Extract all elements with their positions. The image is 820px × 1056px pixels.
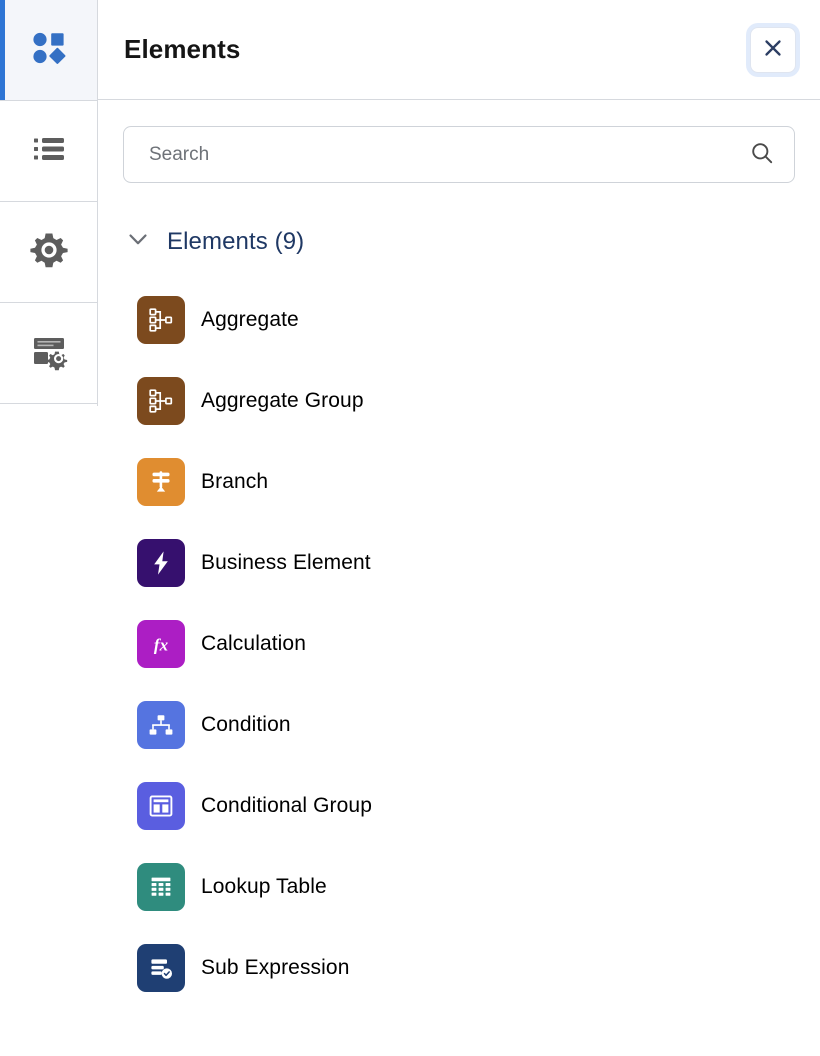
- shapes-icon: [29, 28, 69, 73]
- rail-item-layout-settings[interactable]: [0, 303, 97, 404]
- bulleted-list-icon: [29, 129, 69, 174]
- layout-gear-icon: [29, 331, 69, 376]
- panel-header: Elements: [98, 0, 820, 100]
- page-title: Elements: [124, 34, 750, 65]
- elements-group-header[interactable]: Elements (9): [125, 226, 795, 257]
- list-item-label: Branch: [201, 470, 268, 494]
- list-item[interactable]: Condition: [137, 684, 795, 765]
- list-item[interactable]: Aggregate Group: [137, 360, 795, 441]
- list-item-label: Conditional Group: [201, 794, 372, 818]
- list-item-label: Aggregate Group: [201, 389, 364, 413]
- elements-panel: Elements: [98, 0, 820, 1056]
- list-item-label: Aggregate: [201, 308, 299, 332]
- elements-panel-app: Elements: [0, 0, 820, 1056]
- layout-box-icon: [137, 782, 185, 830]
- rail-item-list[interactable]: [0, 101, 97, 202]
- list-item-label: Sub Expression: [201, 956, 349, 980]
- rail-item-settings[interactable]: [0, 202, 97, 303]
- list-item[interactable]: Aggregate: [137, 279, 795, 360]
- svg-text:fx: fx: [154, 635, 169, 654]
- panel-body: Elements (9): [98, 100, 820, 1056]
- table-grid-icon: [137, 863, 185, 911]
- search-input[interactable]: [149, 144, 746, 166]
- close-icon: [761, 36, 785, 63]
- list-item-label: Condition: [201, 713, 291, 737]
- search-button[interactable]: [746, 139, 778, 171]
- gear-icon: [29, 230, 69, 275]
- elements-group-title: Elements (9): [167, 228, 304, 256]
- list-item[interactable]: Sub Expression: [137, 927, 795, 1008]
- lightning-bolt-icon: [137, 539, 185, 587]
- signpost-icon: [137, 458, 185, 506]
- close-button[interactable]: [750, 27, 796, 73]
- list-item-label: Lookup Table: [201, 875, 327, 899]
- list-item[interactable]: fx Calculation: [137, 603, 795, 684]
- list-item[interactable]: Branch: [137, 441, 795, 522]
- elements-list: Aggregate: [123, 279, 795, 1008]
- hierarchy-icon: [137, 377, 185, 425]
- left-rail: [0, 0, 98, 406]
- fx-icon: fx: [137, 620, 185, 668]
- search-bar[interactable]: [123, 126, 795, 183]
- org-chart-icon: [137, 701, 185, 749]
- list-item-label: Calculation: [201, 632, 306, 656]
- chevron-down-icon[interactable]: [125, 226, 151, 257]
- list-item[interactable]: Business Element: [137, 522, 795, 603]
- list-check-icon: [137, 944, 185, 992]
- search-icon: [749, 140, 775, 169]
- list-item[interactable]: Lookup Table: [137, 846, 795, 927]
- hierarchy-icon: [137, 296, 185, 344]
- list-item[interactable]: Conditional Group: [137, 765, 795, 846]
- list-item-label: Business Element: [201, 551, 371, 575]
- rail-item-elements[interactable]: [0, 0, 97, 101]
